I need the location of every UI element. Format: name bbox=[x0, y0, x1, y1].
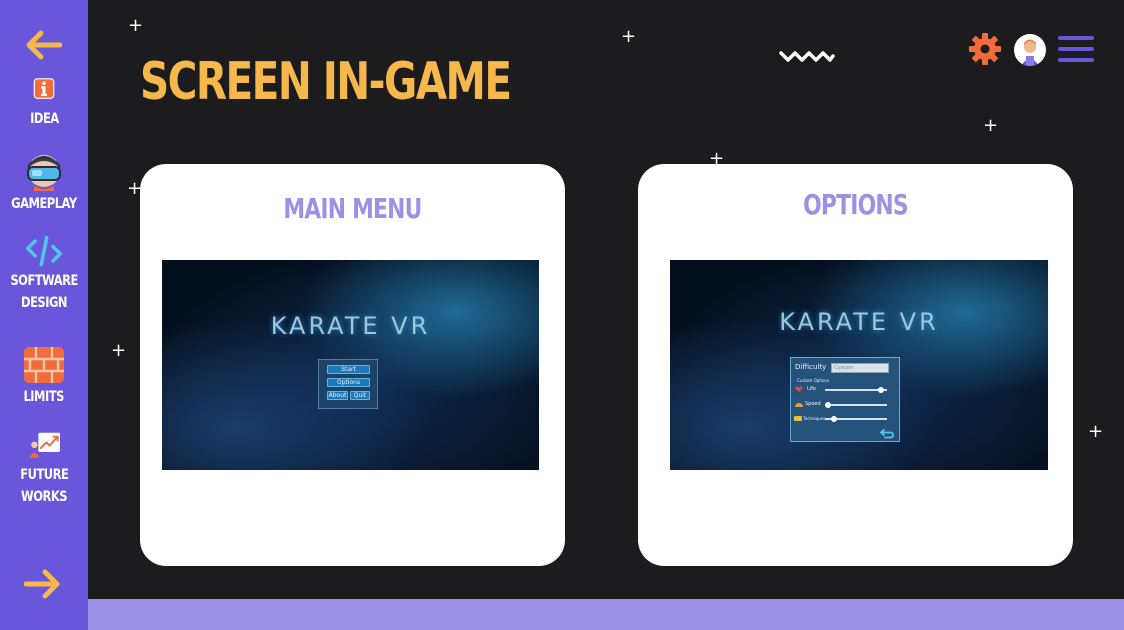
slider-knob[interactable] bbox=[878, 387, 885, 393]
slider-label: Techniques bbox=[803, 416, 826, 421]
main-menu-screenshot: KARATE VR Start Options About Quit bbox=[162, 260, 539, 470]
sidebar-item-label: GAMEPLAY bbox=[11, 196, 77, 212]
card-title: MAIN MENU bbox=[283, 192, 422, 225]
card-title: OPTIONS bbox=[803, 188, 908, 221]
sidebar-item-software-design[interactable]: SOFTWARE DESIGN bbox=[0, 234, 88, 314]
growth-chart-icon bbox=[29, 432, 60, 458]
avatar-person-icon bbox=[1021, 39, 1039, 66]
difficulty-select[interactable]: Custom bbox=[831, 363, 889, 373]
slider-knob[interactable] bbox=[830, 416, 837, 422]
life-slider[interactable] bbox=[825, 387, 887, 393]
game-title: KARATE VR bbox=[270, 312, 431, 340]
options-screenshot: KARATE VR Difficulty Custom Custom Optio… bbox=[670, 260, 1048, 470]
sidebar-item-label: SOFTWARE bbox=[10, 273, 78, 289]
vr-headset-icon bbox=[27, 155, 61, 191]
slider-label: Speed bbox=[805, 401, 821, 407]
options-panel: Difficulty Custom Custom Options Life Sp… bbox=[790, 357, 900, 442]
menu-panel: Start Options About Quit bbox=[318, 359, 378, 409]
arrow-left-icon[interactable] bbox=[24, 30, 62, 60]
options-card: OPTIONS KARATE VR Difficulty Custom Cust… bbox=[638, 164, 1073, 566]
options-button[interactable]: Options bbox=[327, 378, 370, 387]
sparkle-icon: + bbox=[111, 340, 127, 361]
sidebar-item-label: LIMITS bbox=[23, 389, 65, 405]
sparkle-icon: + bbox=[1088, 421, 1104, 442]
game-title: KARATE VR bbox=[779, 308, 939, 336]
return-arrow-icon[interactable] bbox=[879, 428, 895, 439]
sidebar-item-label: WORKS bbox=[21, 489, 67, 505]
techniques-slider[interactable] bbox=[825, 416, 887, 422]
main-menu-card: MAIN MENU KARATE VR Start Options About … bbox=[140, 164, 565, 566]
arrow-right-icon[interactable] bbox=[24, 569, 62, 599]
bottom-bar bbox=[88, 599, 1124, 630]
custom-options-label: Custom Options bbox=[797, 378, 830, 383]
start-button[interactable]: Start bbox=[327, 365, 370, 374]
heart-icon bbox=[795, 386, 803, 392]
brick-wall-icon bbox=[24, 347, 64, 383]
speed-slider[interactable] bbox=[825, 402, 887, 408]
quit-button[interactable]: Quit bbox=[350, 391, 370, 400]
sparkle-icon: + bbox=[983, 115, 999, 136]
sidebar-item-limits[interactable]: LIMITS bbox=[0, 346, 88, 408]
fist-icon bbox=[794, 416, 802, 421]
page-title: SCREEN IN-GAME bbox=[140, 52, 512, 112]
sidebar-item-idea[interactable]: IDEA bbox=[0, 78, 88, 130]
sidebar: IDEA GAMEPLAY SOFTWARE DESIGN LIMITS FUT… bbox=[0, 0, 88, 630]
zigzag-decoration-icon bbox=[779, 51, 835, 62]
about-button[interactable]: About bbox=[327, 391, 348, 400]
code-icon bbox=[26, 235, 62, 267]
info-icon bbox=[33, 78, 55, 99]
sidebar-item-future-works[interactable]: FUTURE WORKS bbox=[0, 432, 88, 508]
sparkle-icon: + bbox=[128, 15, 144, 36]
hamburger-menu-icon[interactable] bbox=[1058, 36, 1094, 64]
sidebar-item-label: DESIGN bbox=[21, 295, 67, 311]
sparkle-icon: + bbox=[621, 26, 637, 47]
sidebar-item-label: IDEA bbox=[29, 111, 59, 127]
difficulty-label: Difficulty bbox=[795, 363, 827, 371]
slider-knob[interactable] bbox=[825, 402, 831, 408]
sidebar-item-gameplay[interactable]: GAMEPLAY bbox=[0, 153, 88, 215]
avatar[interactable] bbox=[1014, 34, 1046, 66]
sidebar-item-label: FUTURE bbox=[19, 467, 69, 483]
speedometer-icon bbox=[795, 403, 803, 407]
slider-label: Life bbox=[807, 386, 817, 392]
gear-icon[interactable] bbox=[968, 32, 1002, 66]
